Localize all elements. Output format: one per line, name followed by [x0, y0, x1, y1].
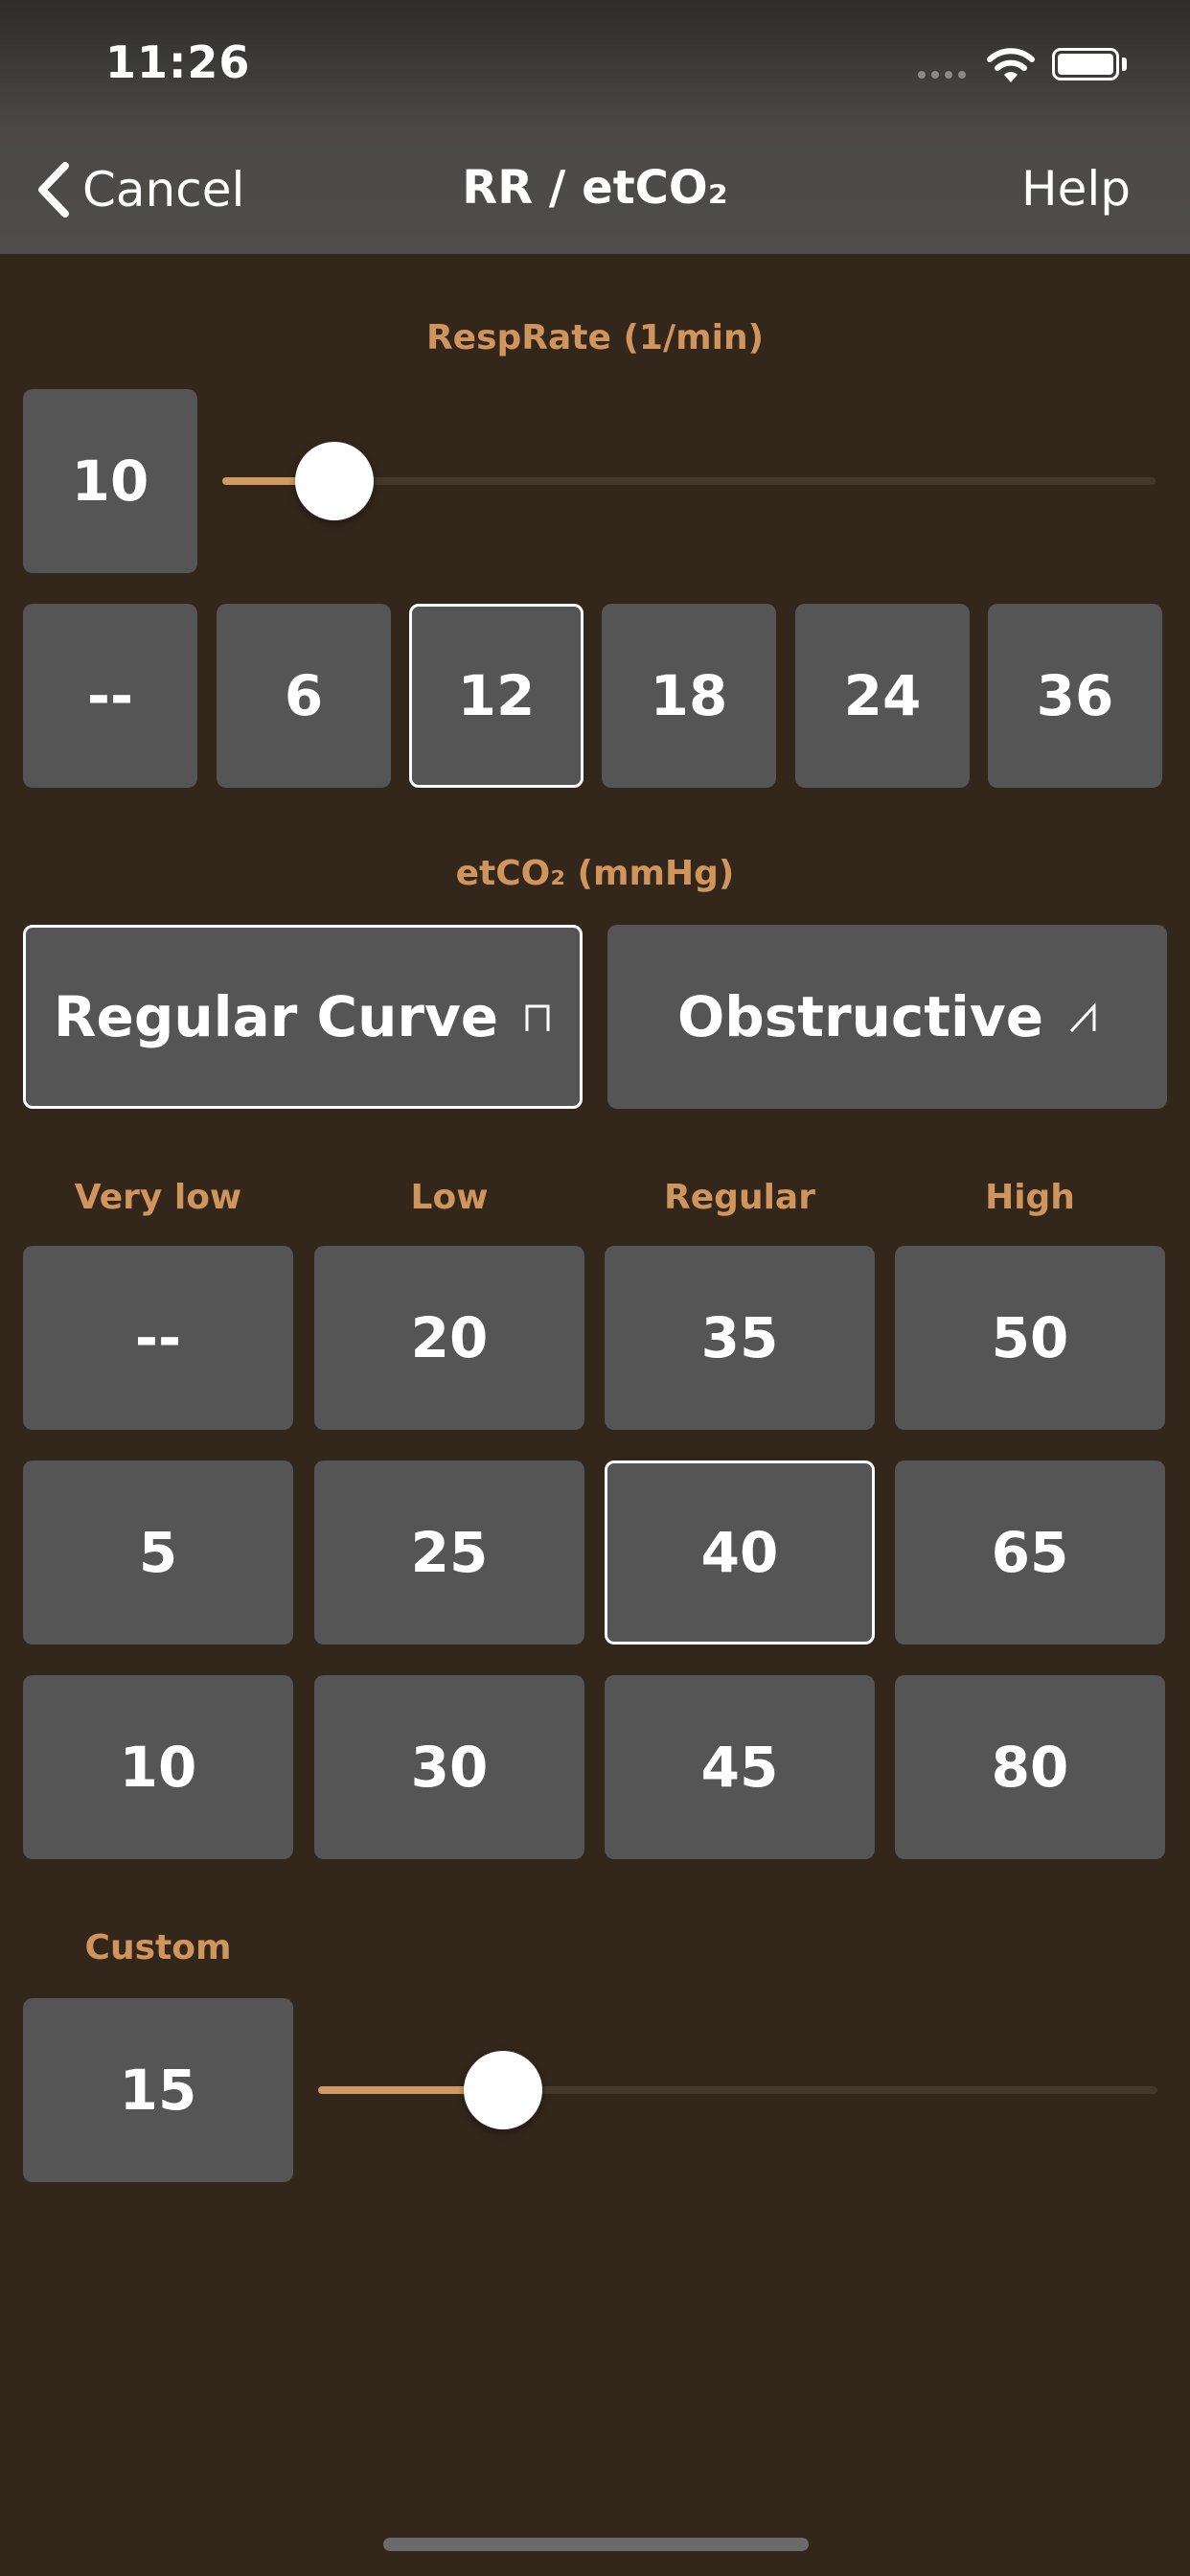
regular-curve-button[interactable]: Regular Curve: [23, 925, 583, 1109]
etco2-value-button[interactable]: 10: [23, 1675, 293, 1859]
custom-slider-thumb[interactable]: [464, 2051, 542, 2129]
resp-rate-preset-button[interactable]: 6: [217, 604, 391, 788]
etco2-value-button[interactable]: 20: [314, 1246, 584, 1430]
cancel-label: Cancel: [82, 162, 245, 218]
cancel-button[interactable]: Cancel: [34, 155, 244, 224]
etco2-column-header: Low: [410, 1178, 489, 1217]
resp-rate-preset-button[interactable]: 24: [795, 604, 970, 788]
resp-rate-slider-thumb[interactable]: [295, 442, 374, 520]
status-time: 11:26: [105, 36, 251, 88]
etco2-value-button[interactable]: 45: [605, 1675, 875, 1859]
resp-rate-label: RespRate (1/min): [425, 318, 765, 357]
square-wave-icon: [525, 1004, 550, 1031]
etco2-value-button[interactable]: 5: [23, 1460, 293, 1644]
resp-rate-preset-button[interactable]: 12: [409, 604, 584, 788]
obstructive-button[interactable]: Obstructive: [607, 925, 1167, 1109]
etco2-value-button[interactable]: 40: [605, 1460, 875, 1644]
wifi-icon: [987, 48, 1035, 82]
etco2-value-button[interactable]: 50: [895, 1246, 1165, 1430]
regular-curve-label: Regular Curve: [53, 984, 499, 1049]
etco2-value-button[interactable]: 25: [314, 1460, 584, 1644]
resp-rate-preset-button[interactable]: --: [23, 604, 197, 788]
resp-rate-value: 10: [23, 389, 197, 573]
cellular-signal-icon: [918, 71, 966, 79]
home-indicator: [383, 2538, 809, 2551]
etco2-value-button[interactable]: --: [23, 1246, 293, 1430]
custom-value: 15: [23, 1998, 293, 2182]
etco2-label: etCO₂ (mmHg): [455, 854, 735, 893]
resp-rate-preset-button[interactable]: 18: [602, 604, 776, 788]
etco2-column-header: Very low: [74, 1178, 242, 1217]
obstructive-label: Obstructive: [676, 984, 1044, 1049]
battery-icon: [1052, 48, 1119, 80]
battery-tip: [1122, 58, 1127, 71]
resp-rate-preset-button[interactable]: 36: [988, 604, 1162, 788]
etco2-column-header: Regular: [664, 1178, 815, 1217]
chevron-left-icon: [38, 162, 69, 218]
etco2-column-header: High: [985, 1178, 1075, 1217]
etco2-value-button[interactable]: 30: [314, 1675, 584, 1859]
custom-label: Custom: [84, 1928, 232, 1967]
help-button[interactable]: Help: [1021, 161, 1131, 217]
shark-fin-icon: [1069, 1002, 1096, 1033]
etco2-value-button[interactable]: 80: [895, 1675, 1165, 1859]
etco2-value-button[interactable]: 65: [895, 1460, 1165, 1644]
etco2-value-button[interactable]: 35: [605, 1246, 875, 1430]
